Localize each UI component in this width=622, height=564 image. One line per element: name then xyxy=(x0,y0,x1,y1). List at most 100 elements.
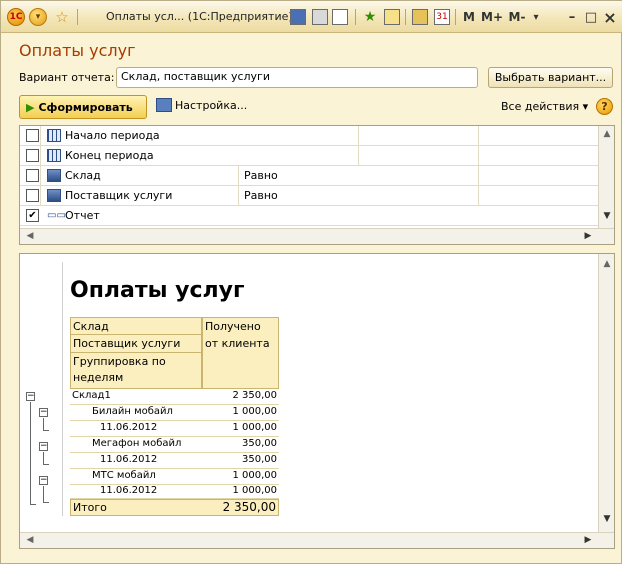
settings-row-checkbox-checked[interactable]: ✔ xyxy=(26,209,39,222)
table-row[interactable]: 11.06.2012 1 000,00 xyxy=(70,421,279,437)
row-label: 11.06.2012 xyxy=(100,422,158,433)
choose-variant-button[interactable]: Выбрать вариант... xyxy=(488,67,613,88)
settings-button[interactable]: Настройка... xyxy=(156,98,247,112)
minimize-button[interactable]: – xyxy=(564,1,580,33)
settings-row-report[interactable]: ✔ ▭▭ Отчет xyxy=(20,206,598,226)
scroll-left-icon[interactable]: ◀ xyxy=(22,535,38,545)
report-header-label: Группировка по xyxy=(73,355,166,368)
run-report-label: Сформировать xyxy=(38,100,133,114)
report-header-label: Получено xyxy=(205,320,261,333)
table-row[interactable]: 11.06.2012 1 000,00 xyxy=(70,485,279,499)
main-menu-button[interactable]: ▾ xyxy=(29,1,47,33)
report-header-label: Поставщик услуги xyxy=(73,337,181,350)
play-icon: ▶ xyxy=(26,100,35,114)
maximize-button[interactable]: □ xyxy=(583,1,599,33)
scroll-left-icon[interactable]: ◀ xyxy=(22,231,38,241)
report-spreadsheet[interactable]: − − − − Оплаты услуг Склад Поставщик усл… xyxy=(19,253,615,549)
report-total-row[interactable]: Итого 2 350,00 xyxy=(70,499,279,516)
toolbar-dropdown-icon[interactable]: ▾ xyxy=(530,1,542,33)
row-value: 1 000,00 xyxy=(232,485,277,496)
title-bar: 1С ▾ ☆ Оплаты усл... (1С:Предприятие) ★ … xyxy=(1,1,622,33)
dots-icon: ▭▭ xyxy=(47,210,66,221)
scroll-right-icon[interactable]: ▶ xyxy=(580,535,596,545)
settings-row-condition[interactable]: Равно xyxy=(244,189,278,202)
calculator-icon[interactable] xyxy=(411,1,429,33)
settings-horizontal-scrollbar[interactable]: ◀ ▶ xyxy=(20,228,614,244)
report-header-label: неделям xyxy=(73,371,124,384)
history-icon[interactable] xyxy=(383,1,401,33)
print-preview-icon[interactable] xyxy=(331,1,349,33)
table-row[interactable]: МТС мобайл 1 000,00 xyxy=(70,469,279,485)
memory-plus-button[interactable]: M+ xyxy=(481,1,503,33)
row-label: Мегафон мобайл xyxy=(92,438,182,449)
row-value: 350,00 xyxy=(242,438,277,449)
table-field-icon xyxy=(47,129,61,142)
print-icon[interactable] xyxy=(311,1,329,33)
report-horizontal-scrollbar[interactable]: ◀ ▶ xyxy=(20,532,614,548)
row-value: 2 350,00 xyxy=(232,390,277,401)
report-header-label: Склад xyxy=(73,320,109,333)
scroll-down-icon[interactable]: ▼ xyxy=(599,514,615,524)
row-label: Билайн мобайл xyxy=(92,406,173,417)
report-header-label: от клиента xyxy=(205,337,270,350)
settings-row-period-start[interactable]: Начало периода xyxy=(20,126,598,146)
report-vertical-scrollbar[interactable]: ▲ ▼ xyxy=(598,254,614,532)
window-title: Оплаты усл... (1С:Предприятие) xyxy=(106,10,293,23)
filter-icon xyxy=(47,189,61,202)
settings-row-warehouse[interactable]: Склад Равно xyxy=(20,166,598,186)
row-value: 1 000,00 xyxy=(232,422,277,433)
grouping-gutter: − − − − xyxy=(20,262,63,516)
settings-row-label: Поставщик услуги xyxy=(65,189,173,202)
scroll-right-icon[interactable]: ▶ xyxy=(580,231,596,241)
table-row[interactable]: Билайн мобайл 1 000,00 xyxy=(70,405,279,421)
table-field-icon xyxy=(47,149,61,162)
scroll-up-icon[interactable]: ▲ xyxy=(599,129,615,139)
settings-row-checkbox[interactable] xyxy=(26,169,39,182)
settings-row-label: Склад xyxy=(65,169,101,182)
row-value: 350,00 xyxy=(242,454,277,465)
filter-icon xyxy=(47,169,61,182)
row-value: 1 000,00 xyxy=(232,406,277,417)
memory-minus-button[interactable]: M- xyxy=(506,1,528,33)
save-icon[interactable] xyxy=(289,1,307,33)
add-favorites-icon[interactable]: ★ xyxy=(361,1,379,33)
collapse-group-icon[interactable]: − xyxy=(39,408,48,417)
row-label: 11.06.2012 xyxy=(100,454,158,465)
settings-label: Настройка... xyxy=(175,98,248,112)
scroll-up-icon[interactable]: ▲ xyxy=(599,259,615,269)
settings-row-checkbox[interactable] xyxy=(26,149,39,162)
report-settings-table: Начало периода Конец периода Склад Равно… xyxy=(19,125,615,245)
app-window: 1С ▾ ☆ Оплаты усл... (1С:Предприятие) ★ … xyxy=(0,0,622,564)
row-label: 11.06.2012 xyxy=(100,485,158,496)
collapse-group-icon[interactable]: − xyxy=(26,392,35,401)
variant-field[interactable]: Склад, поставщик услуги xyxy=(116,67,478,88)
row-value: 1 000,00 xyxy=(232,470,277,481)
table-row[interactable]: Мегафон мобайл 350,00 xyxy=(70,437,279,453)
calendar-icon[interactable]: 31 xyxy=(433,1,451,33)
table-row[interactable]: Склад1 2 350,00 xyxy=(70,389,279,405)
settings-row-label: Начало периода xyxy=(65,129,160,142)
help-icon[interactable]: ? xyxy=(596,98,613,115)
collapse-group-icon[interactable]: − xyxy=(39,476,48,485)
settings-row-checkbox[interactable] xyxy=(26,129,39,142)
settings-vertical-scrollbar[interactable]: ▲ ▼ xyxy=(598,126,614,228)
settings-row-supplier[interactable]: Поставщик услуги Равно xyxy=(20,186,598,206)
report-title: Оплаты услуг xyxy=(70,278,245,303)
settings-row-condition[interactable]: Равно xyxy=(244,169,278,182)
collapse-group-icon[interactable]: − xyxy=(39,442,48,451)
settings-row-period-end[interactable]: Конец периода xyxy=(20,146,598,166)
app-logo-icon[interactable]: 1С xyxy=(7,1,25,33)
total-label: Итого xyxy=(73,501,107,514)
settings-row-checkbox[interactable] xyxy=(26,189,39,202)
scroll-down-icon[interactable]: ▼ xyxy=(599,211,615,221)
row-label: Склад1 xyxy=(72,390,111,401)
table-row[interactable]: 11.06.2012 350,00 xyxy=(70,453,279,469)
favorites-star-icon[interactable]: ☆ xyxy=(53,1,71,33)
run-report-button[interactable]: ▶ Сформировать xyxy=(19,95,147,119)
row-label: МТС мобайл xyxy=(92,470,156,481)
memory-button[interactable]: M xyxy=(461,1,477,33)
all-actions-menu[interactable]: Все действия ▾ xyxy=(501,100,588,113)
variant-label: Вариант отчета: xyxy=(19,71,115,84)
settings-icon xyxy=(156,98,172,112)
close-button[interactable]: × xyxy=(602,1,618,33)
